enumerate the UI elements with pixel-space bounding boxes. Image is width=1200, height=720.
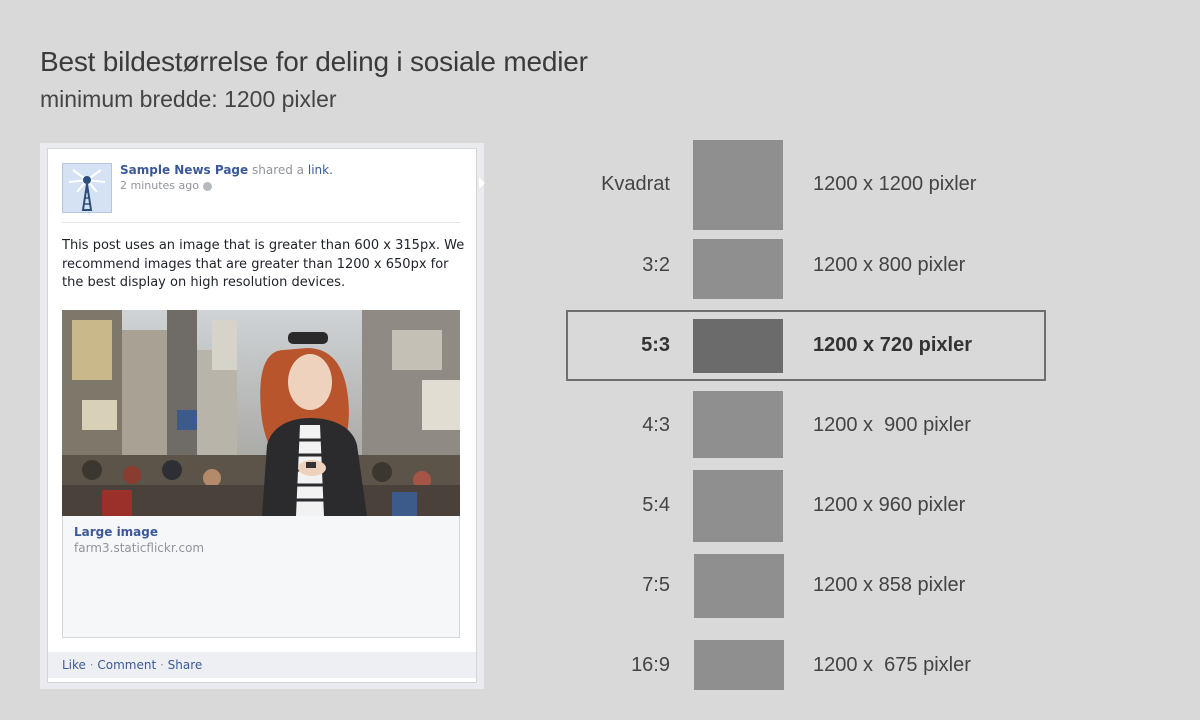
ratio-label-4-3: 4:3 [642,414,670,436]
ratio-size-4-3: 1200 x 900 pixler [813,414,971,436]
page-subtitle: minimum bredde: 1200 pixler [40,86,337,112]
shared-text: shared a [251,163,305,177]
page-title: Best bildestørrelse for deling i sosiale… [40,46,588,77]
comment-link[interactable]: Comment [97,658,156,672]
ratio-swatch-7-5 [694,554,784,618]
ratio-size-square: 1200 x 1200 pixler [813,173,977,195]
shared-link-word[interactable]: link. [308,163,333,177]
post-card: Sample News Page shared a link. 2 minute… [47,148,485,683]
link-title[interactable]: Large image [74,525,158,539]
like-link[interactable]: Like [62,658,86,672]
share-link[interactable]: Share [168,658,203,672]
post-header: Sample News Page shared a link. [120,163,333,177]
link-url: farm3.staticflickr.com [74,541,205,555]
ratio-size-3-2: 1200 x 800 pixler [813,254,966,276]
street-photo [62,310,460,516]
post-body: This post uses an image that is greater … [62,238,465,290]
globe-icon [202,181,212,191]
post-time: 2 minutes ago [120,179,212,192]
ratio-size-7-5: 1200 x 858 pixler [813,574,966,596]
post-actions-bar: Like · Comment · Share [48,652,476,678]
ratio-label-5-3: 5:3 [641,334,670,356]
ratio-label-16-9: 16:9 [631,654,670,676]
ratio-label-3-2: 3:2 [642,254,670,276]
timestamp[interactable]: 2 minutes ago [120,179,199,192]
header-divider [62,222,460,223]
ratio-swatch-5-4 [693,470,783,542]
ratio-label-7-5: 7:5 [642,574,670,596]
link-preview-image[interactable] [62,310,460,516]
ratio-size-5-4: 1200 x 960 pixler [813,494,966,516]
action-separator: · [156,658,168,672]
card-pointer [479,177,485,189]
ratio-swatch-5-3 [693,319,783,373]
ratio-swatch-4-3 [693,391,783,458]
ratio-swatch-16-9 [694,640,784,690]
ratio-swatch-square [693,140,783,230]
ratio-label-5-4: 5:4 [642,494,670,516]
broadcast-tower-icon [63,164,111,212]
facebook-post-preview: Sample News Page shared a link. 2 minute… [40,143,485,689]
ratio-size-16-9: 1200 x 675 pixler [813,654,971,676]
ratio-size-5-3: 1200 x 720 pixler [813,334,973,356]
ratio-label-square: Kvadrat [601,173,670,195]
action-separator: · [85,658,98,672]
ratio-swatch-3-2 [693,239,783,299]
page-avatar[interactable] [62,163,112,213]
page-name-link[interactable]: Sample News Page [120,163,248,177]
